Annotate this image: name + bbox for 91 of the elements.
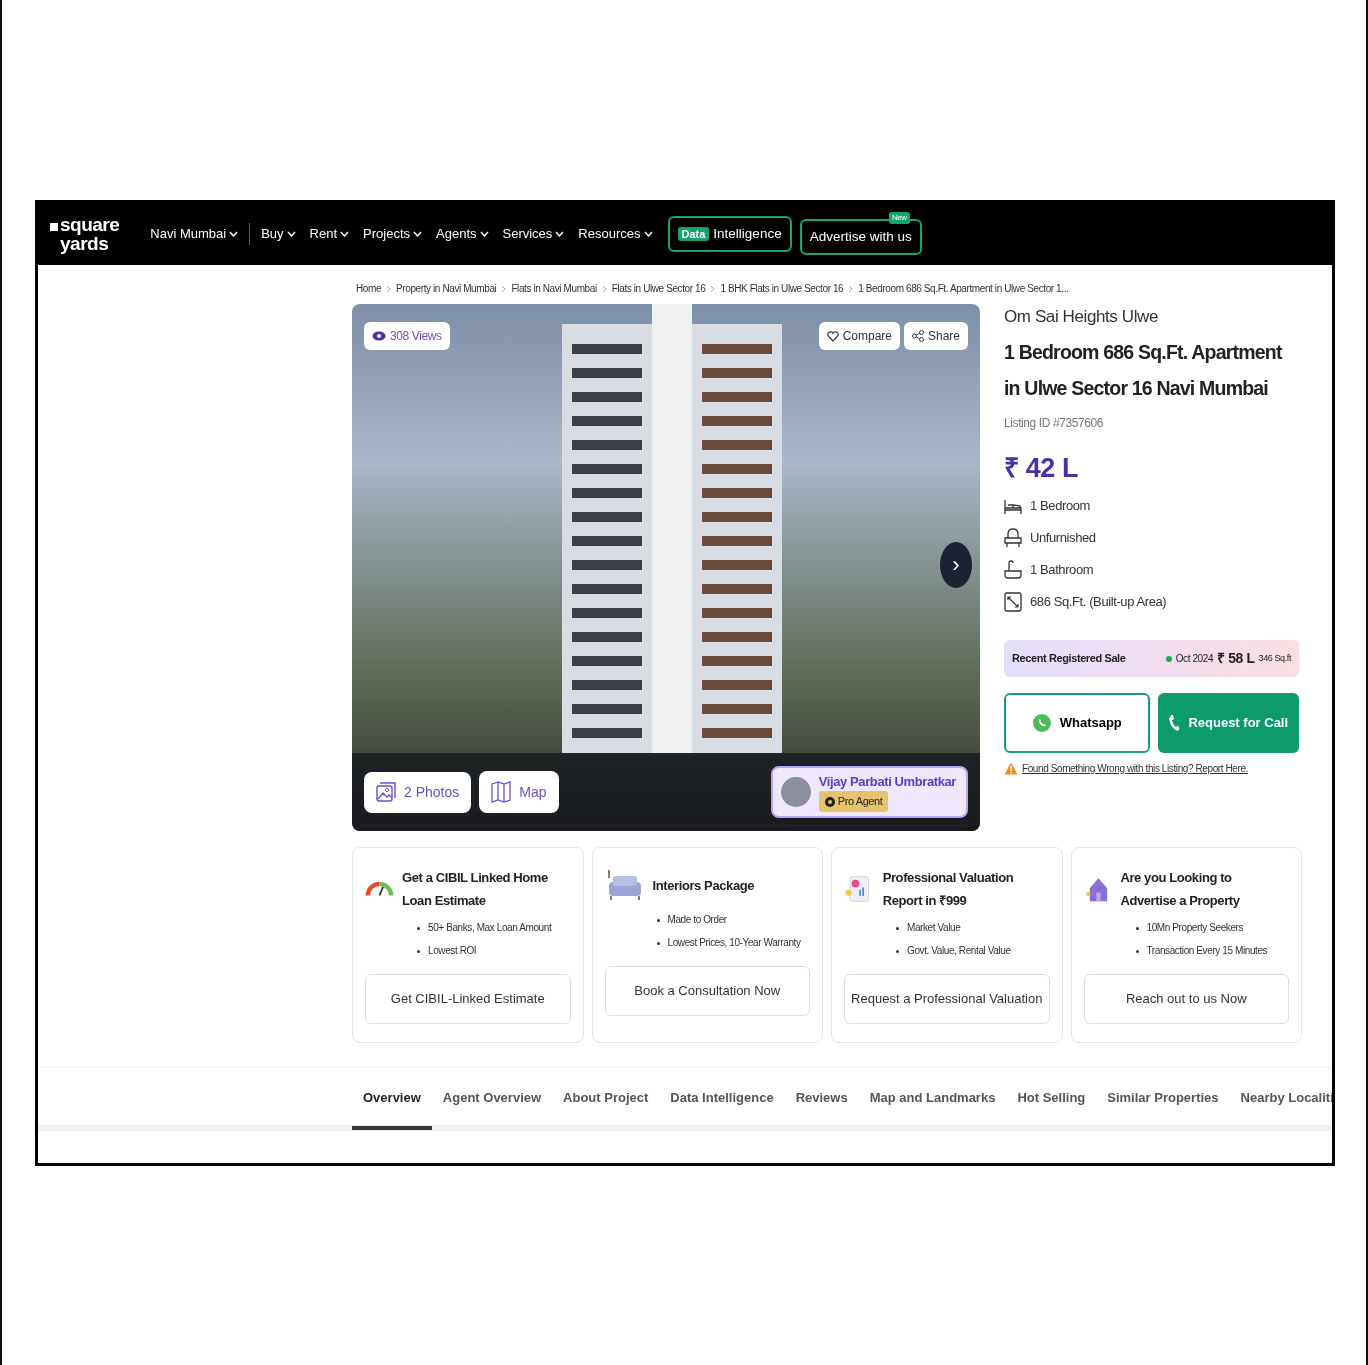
nav-menu-item[interactable]: Buy — [254, 224, 303, 244]
agent-card[interactable]: Vijay Parbati Umbratkar Pro Agent — [770, 765, 968, 819]
area-icon — [1004, 592, 1022, 612]
share-icon — [911, 330, 924, 342]
map-icon — [491, 781, 512, 803]
whatsapp-icon — [1031, 713, 1052, 733]
listing-title: 1 Bedroom 686 Sq.Ft. Apartment in Ulwe Sector 16 Navi Mumbai — [1004, 339, 1284, 401]
chevron-icon — [710, 284, 716, 293]
section-tab[interactable]: Hot Selling — [1006, 1068, 1097, 1130]
section-tab[interactable]: Data Intelligence — [659, 1068, 785, 1130]
recent-sale-label: Recent Registered Sale — [1012, 651, 1126, 667]
service-button[interactable]: Get CIBIL-Linked Estimate — [365, 974, 571, 1024]
new-badge: New — [888, 211, 910, 224]
breadcrumb-link[interactable]: Home — [356, 281, 382, 296]
sofa-icon — [1004, 528, 1022, 548]
section-tab[interactable]: Reviews — [784, 1068, 859, 1130]
chevron-icon — [501, 284, 507, 293]
bath-icon — [1004, 560, 1022, 580]
caret-icon — [229, 231, 239, 237]
service-title: Professional Valuation Report in ₹999 — [882, 869, 1015, 910]
status-dot — [1165, 655, 1172, 662]
service-point: Made to Order — [656, 912, 810, 927]
nav-menu-item[interactable]: Resources — [571, 224, 660, 244]
service-title: Are you Looking to Advertise a Property — [1120, 869, 1241, 910]
service-button[interactable]: Request a Professional Valuation — [844, 974, 1050, 1024]
sale-price: ₹ 58 L — [1217, 649, 1255, 668]
map-button[interactable]: Map — [479, 771, 559, 813]
whatsapp-button[interactable]: Whatsapp — [1004, 693, 1150, 753]
service-point: Market Value — [896, 920, 1050, 935]
breadcrumb-link[interactable]: 1 Bedroom 686 Sq.Ft. Apartment in Ulwe Sector 1... — [858, 281, 1069, 296]
heart-icon — [826, 330, 839, 342]
feature-label: Unfurnished — [1030, 529, 1096, 548]
warning-icon — [1004, 762, 1018, 775]
section-tab[interactable]: Similar Properties — [1096, 1068, 1230, 1130]
section-tab[interactable]: About Project — [552, 1068, 660, 1130]
price: ₹ 42 L — [1004, 451, 1080, 485]
service-point: 10Mn Property Seekers — [1135, 920, 1289, 935]
sale-area: 346 Sq.ft — [1258, 651, 1291, 666]
nav-menu-item[interactable]: Projects — [356, 224, 429, 244]
service-point: Govt. Value, Rental Value — [896, 943, 1050, 958]
views-counter: 308 Views — [364, 322, 450, 350]
next-button[interactable]: › — [940, 542, 972, 588]
agent-name: Vijay Parbati Umbratkar — [818, 772, 956, 791]
breadcrumb-link[interactable]: 1 BHK Flats in Ulwe Sector 16 — [720, 281, 844, 296]
site-logo: square yards — [50, 215, 120, 253]
share-button[interactable]: Share — [903, 322, 968, 350]
service-title: Interiors Package — [652, 876, 755, 895]
report-link[interactable]: Found Something Wrong with this Listing? Report Here. — [1022, 761, 1248, 776]
caret-icon — [340, 231, 350, 237]
avatar — [780, 777, 811, 807]
service-button[interactable]: Reach out to us Now — [1083, 974, 1289, 1024]
compare-button[interactable]: Compare — [818, 322, 900, 350]
breadcrumb-link[interactable]: Property in Navi Mumbai — [396, 281, 497, 296]
caret-icon — [555, 231, 565, 237]
request-call-button[interactable]: Request for Call — [1157, 693, 1299, 753]
data-intelligence-button[interactable]: Data Intelligence — [667, 215, 792, 253]
section-tab[interactable]: Nearby Localiti — [1229, 1068, 1332, 1130]
pro-agent-badge: Pro Agent — [818, 791, 889, 812]
chevron-icon — [386, 284, 392, 293]
section-tab[interactable]: Overview — [352, 1068, 432, 1130]
section-tab[interactable]: Agent Overview — [431, 1068, 553, 1130]
sale-date: Oct 2024 — [1175, 652, 1214, 666]
badge-icon — [824, 796, 835, 807]
eye-icon — [372, 331, 386, 341]
nav-menu-item[interactable]: Rent — [302, 224, 357, 244]
service-point: 50+ Banks, Max Loan Amount — [417, 920, 571, 935]
service-point: Transaction Every 15 Minutes — [1135, 943, 1289, 958]
section-tab[interactable]: Map and Landmarks — [858, 1068, 1007, 1130]
listing-id: Listing ID #7357606 — [1004, 414, 1105, 432]
service-point: Lowest ROI — [417, 943, 571, 958]
caret-icon — [643, 231, 653, 237]
caret-icon — [413, 231, 422, 237]
nav-menu-item[interactable]: Agents — [429, 224, 496, 244]
feature-label: 1 Bedroom — [1030, 497, 1090, 516]
caret-icon — [479, 231, 489, 237]
nav-menu-item[interactable]: Services — [495, 224, 572, 244]
feature-label: 1 Bathroom — [1030, 561, 1094, 580]
caret-icon — [286, 231, 296, 237]
breadcrumb-link[interactable]: Flats in Ulwe Sector 16 — [611, 281, 706, 296]
feature-label: 686 Sq.Ft. (Built-up Area) — [1030, 593, 1167, 612]
phone-icon — [1168, 714, 1181, 732]
breadcrumb-link[interactable]: Flats in Navi Mumbai — [511, 281, 597, 296]
project-name: Om Sai Heights Ulwe — [1004, 306, 1159, 328]
nav-menu-item[interactable]: Navi Mumbai — [143, 224, 246, 244]
photos-icon — [376, 782, 396, 802]
service-point: Lowest Prices, 10-Year Warranty — [656, 935, 810, 950]
chevron-icon — [601, 284, 607, 293]
photos-button[interactable]: 2 Photos — [364, 771, 472, 813]
chevron-icon — [848, 284, 854, 293]
service-title: Get a CIBIL Linked Home Loan Estimate — [401, 869, 549, 910]
service-button[interactable]: Book a Consultation Now — [604, 966, 810, 1016]
